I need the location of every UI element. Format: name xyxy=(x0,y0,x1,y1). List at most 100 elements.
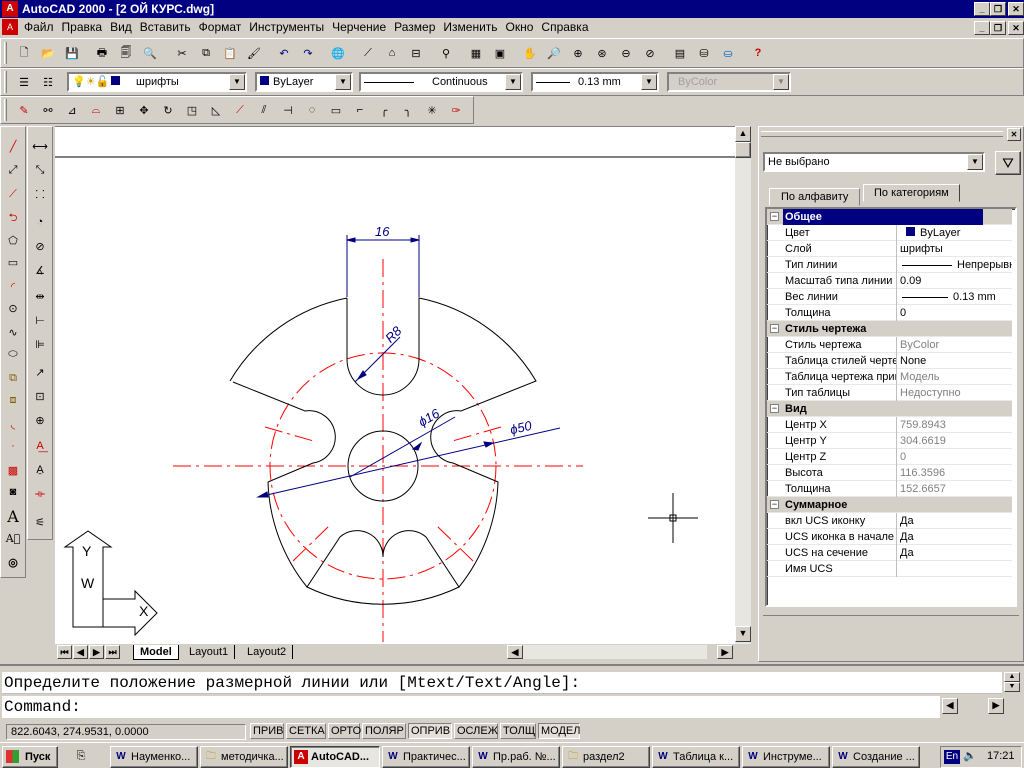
property-row[interactable]: Цвет ByLayer xyxy=(767,225,1012,241)
scroll-down-icon[interactable]: ▼ xyxy=(735,626,751,642)
task-item-8[interactable]: W Инструме... xyxy=(742,746,830,768)
task-item-1[interactable]: W Науменко... xyxy=(110,746,198,768)
continue-dim-icon[interactable]: ⊫ xyxy=(29,333,51,355)
linetype-dropdown[interactable]: Continuous ▼ xyxy=(359,72,523,92)
polyline-icon[interactable]: ⟋ xyxy=(2,183,24,205)
construction-line-icon[interactable]: ⤢ xyxy=(2,159,24,181)
line-icon[interactable]: ╱ xyxy=(2,135,24,157)
dim-text-edit-icon[interactable]: A̱ xyxy=(29,459,51,481)
otrack-toggle[interactable]: ОСЛЕЖ xyxy=(454,723,498,739)
restore-button[interactable]: ❐ xyxy=(990,2,1006,16)
aligned-dim-icon[interactable]: ⤡ xyxy=(29,159,51,181)
extend-icon[interactable]: ⊣ xyxy=(277,99,299,121)
task-item-7[interactable]: W Таблица к... xyxy=(652,746,740,768)
tab-model[interactable]: Model xyxy=(133,645,179,660)
radius-dim-icon[interactable]: ◔ xyxy=(29,211,51,233)
property-value[interactable] xyxy=(898,561,1012,577)
mtext-icon[interactable]: A xyxy=(2,505,24,527)
start-button[interactable]: Пуск xyxy=(2,746,58,768)
collapse-icon[interactable]: − xyxy=(770,500,779,509)
scroll-thumb[interactable] xyxy=(735,142,751,158)
fillet2-icon[interactable]: ╮ xyxy=(397,99,419,121)
ellipse-icon[interactable]: ⬭ xyxy=(2,343,24,365)
property-row[interactable]: Центр Y 304.6619 xyxy=(767,433,1012,449)
linear-dim-icon[interactable]: ⟷ xyxy=(29,135,51,157)
palette-drag-bar[interactable] xyxy=(761,131,1003,137)
color-dropdown[interactable]: ByLayer ▼ xyxy=(255,72,353,92)
doc-minimize-button[interactable]: _ xyxy=(974,21,990,35)
menu-tools[interactable]: Инструменты xyxy=(245,18,328,36)
tab-next-icon[interactable]: ▶ xyxy=(89,645,104,659)
baseline-dim-icon[interactable]: ⊢ xyxy=(29,309,51,331)
cmd-hscroll-left-icon[interactable]: ◀ xyxy=(942,698,958,714)
move-icon[interactable]: ✥ xyxy=(133,99,155,121)
property-row[interactable]: Центр X 759.8943 xyxy=(767,417,1012,433)
dim-style-icon[interactable]: ⚟ xyxy=(29,511,51,533)
property-category[interactable]: − Стиль чертежа xyxy=(767,321,1012,337)
pan-icon[interactable]: ✋ xyxy=(519,42,541,64)
tab-layout1[interactable]: Layout1 xyxy=(183,645,236,659)
explode-icon[interactable]: ✳ xyxy=(421,99,443,121)
explode2-icon[interactable]: ✑ xyxy=(445,99,467,121)
property-value[interactable]: ByLayer xyxy=(898,225,1012,241)
menu-view[interactable]: Вид xyxy=(106,18,136,36)
property-category[interactable]: − Суммарное xyxy=(767,497,1012,513)
app-icon[interactable]: A xyxy=(2,1,18,17)
tray-volume-icon[interactable]: 🔈 xyxy=(963,749,977,762)
chamfer-icon[interactable]: ⌐ xyxy=(349,99,371,121)
hatch-icon[interactable]: ▩ xyxy=(2,459,24,481)
property-value[interactable]: None xyxy=(898,353,1012,369)
model-toggle[interactable]: МОДЕЛ xyxy=(538,723,580,739)
mirror-icon[interactable]: ⊿ xyxy=(61,99,83,121)
region-icon[interactable]: ◙ xyxy=(2,481,24,503)
menu-modify[interactable]: Изменить xyxy=(439,18,501,36)
trim-icon[interactable]: ⫽ xyxy=(253,99,275,121)
hscroll-right-icon[interactable]: ▶ xyxy=(717,645,733,659)
layer-manager-icon[interactable]: ☰ xyxy=(13,71,35,93)
help-icon[interactable]: ? xyxy=(747,42,769,64)
doc-icon[interactable]: A xyxy=(2,19,18,35)
distance-icon[interactable]: ⚲ xyxy=(435,42,457,64)
property-value[interactable]: Да xyxy=(898,529,1012,545)
property-row[interactable]: Таблица чертежа прив Модель xyxy=(767,369,1012,385)
make-current-layer-icon[interactable]: ☷ xyxy=(37,71,59,93)
fillet-icon[interactable]: ╭ xyxy=(373,99,395,121)
property-row[interactable]: Слой шрифты xyxy=(767,241,1012,257)
menu-help[interactable]: Справка xyxy=(537,18,592,36)
zoom-realtime-icon[interactable]: 🔎 xyxy=(543,42,565,64)
web-icon[interactable]: 🌐 xyxy=(327,42,349,64)
polygon-icon[interactable]: ⬠ xyxy=(2,229,24,251)
property-row[interactable]: Таблица стилей черте None xyxy=(767,353,1012,369)
property-row[interactable]: Толщина 152.6657 xyxy=(767,481,1012,497)
minimize-button[interactable]: _ xyxy=(974,2,990,16)
quick-select-button[interactable]: ⛛ xyxy=(995,151,1021,175)
arc-icon[interactable]: ◜ xyxy=(2,275,24,297)
task-item-4[interactable]: W Практичес... xyxy=(382,746,470,768)
tab-alphabetic[interactable]: По алфавиту xyxy=(769,188,861,206)
property-row[interactable]: Центр Z0 xyxy=(767,449,1012,465)
coordinates-display[interactable]: 822.6043, 274.9531, 0.0000 xyxy=(6,724,246,740)
insert-block-icon[interactable]: ⧉ xyxy=(2,367,24,389)
multiline-icon[interactable]: ⮌ xyxy=(2,207,24,229)
quick-dim-icon[interactable]: ⇹ xyxy=(29,285,51,307)
menu-file[interactable]: Файл xyxy=(20,18,58,36)
hscroll-left-icon[interactable]: ◀ xyxy=(507,645,523,659)
tab-prev-icon[interactable]: ◀ xyxy=(73,645,88,659)
task-item-9[interactable]: W Создание ... xyxy=(832,746,920,768)
cut-icon[interactable]: ✂ xyxy=(171,42,193,64)
zoom-previous-icon[interactable]: ⊘ xyxy=(639,42,661,64)
table-icon[interactable]: ▤ xyxy=(669,42,691,64)
rotate-icon[interactable]: ↻ xyxy=(157,99,179,121)
property-row[interactable]: UCS иконка в начале к Да xyxy=(767,529,1012,545)
collapse-icon[interactable]: − xyxy=(770,212,779,221)
ordinate-dim-icon[interactable]: ⸬ xyxy=(29,183,51,205)
rectangle-icon[interactable]: ▭ xyxy=(2,251,24,273)
print-preview-icon[interactable]: 🗐 xyxy=(115,42,137,64)
zoom-in-icon[interactable]: ⊛ xyxy=(591,42,613,64)
ortho-toggle[interactable]: ОРТО xyxy=(328,723,361,739)
property-category[interactable]: − Вид xyxy=(767,401,1012,417)
doc-restore-button[interactable]: ❐ xyxy=(990,21,1006,35)
point-icon[interactable]: ◟ xyxy=(2,413,24,435)
menu-format[interactable]: Формат xyxy=(195,18,246,36)
array-icon[interactable]: ⊞ xyxy=(109,99,131,121)
